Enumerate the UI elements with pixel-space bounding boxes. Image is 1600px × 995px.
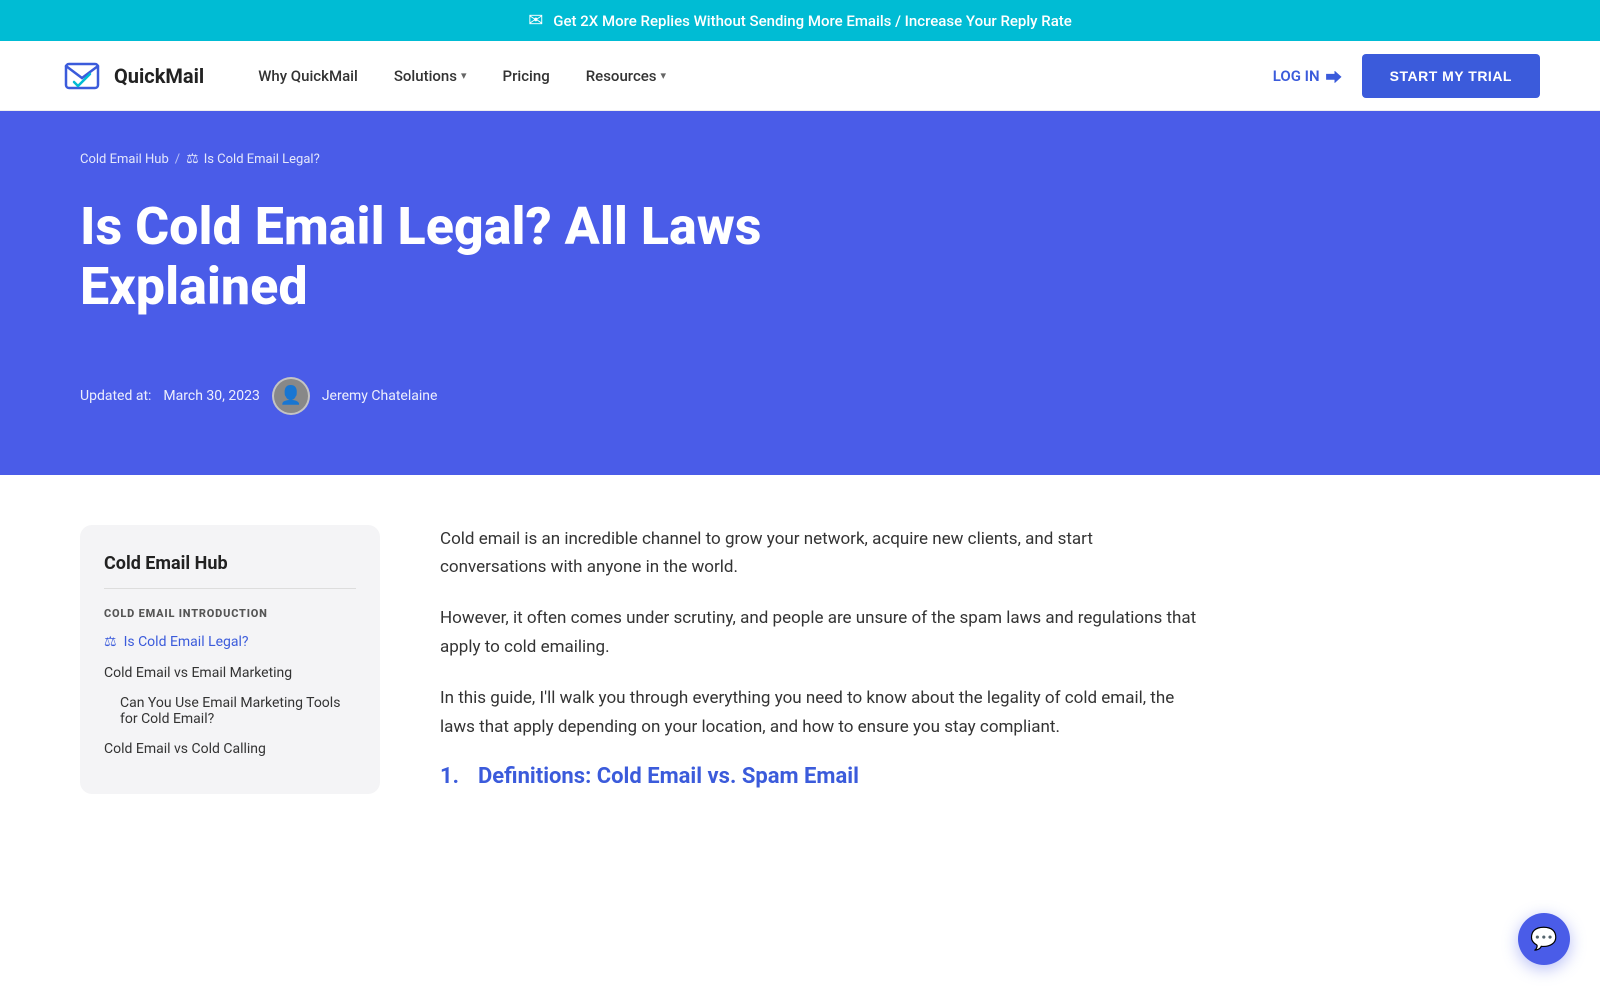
nav-item-pricing[interactable]: Pricing [489, 59, 564, 93]
article-heading-1: 1. Definitions: Cold Email vs. Spam Emai… [440, 764, 1200, 789]
breadcrumb-icon: ⚖ [186, 151, 199, 167]
sidebar-item-2: Cold Email vs Cold Calling [104, 736, 356, 762]
nav-link-solutions[interactable]: Solutions ▾ [380, 59, 481, 93]
hero-meta: Updated at: March 30, 2023 👤 Jeremy Chat… [80, 377, 1520, 415]
updated-date: March 30, 2023 [163, 388, 259, 404]
heading-text: Definitions: Cold Email vs. Spam Email [478, 764, 859, 789]
hero-section: Cold Email Hub / ⚖ Is Cold Email Legal? … [0, 111, 1600, 475]
navbar-right: LOG IN ⮕ START MY TRIAL [1273, 54, 1540, 98]
sidebar-link-icon: ⚖ [104, 634, 117, 650]
logo-text: QuickMail [114, 64, 204, 88]
nav-item-resources[interactable]: Resources ▾ [572, 59, 680, 93]
login-icon: ⮕ [1326, 64, 1342, 88]
logo-link[interactable]: QuickMail [60, 54, 204, 98]
article-para-2: However, it often comes under scrutiny, … [440, 604, 1200, 662]
article-para-1: Cold email is an incredible channel to g… [440, 525, 1200, 583]
article-para-3: In this guide, I'll walk you through eve… [440, 684, 1200, 742]
navbar-left: QuickMail Why QuickMail Solutions ▾ Pric… [60, 54, 680, 98]
login-label: LOG IN [1273, 67, 1320, 85]
nav-links: Why QuickMail Solutions ▾ Pricing Resour… [244, 59, 680, 93]
top-banner[interactable]: ✉ Get 2X More Replies Without Sending Mo… [0, 0, 1600, 41]
article: Cold email is an incredible channel to g… [440, 525, 1200, 789]
sidebar-title: Cold Email Hub [104, 553, 356, 589]
updated-label: Updated at: [80, 388, 151, 404]
login-button[interactable]: LOG IN ⮕ [1273, 64, 1342, 88]
banner-text: Get 2X More Replies Without Sending More… [553, 12, 1072, 30]
nav-link-resources[interactable]: Resources ▾ [572, 59, 680, 93]
sidebar-section-label: COLD EMAIL INTRODUCTION [104, 607, 356, 620]
author-name: Jeremy Chatelaine [322, 388, 438, 404]
chevron-down-icon: ▾ [461, 69, 467, 82]
chat-bubble[interactable]: 💬 [1518, 913, 1570, 965]
sidebar-active-link-text: Is Cold Email Legal? [124, 634, 249, 650]
nav-link-why[interactable]: Why QuickMail [244, 59, 372, 93]
main-content: Cold Email Hub COLD EMAIL INTRODUCTION ⚖… [0, 475, 1600, 844]
navbar: QuickMail Why QuickMail Solutions ▾ Pric… [0, 41, 1600, 111]
nav-link-pricing[interactable]: Pricing [489, 59, 564, 93]
hero-title: Is Cold Email Legal? All Laws Explained [80, 197, 980, 317]
article-heading-1-wrapper: 1. Definitions: Cold Email vs. Spam Emai… [440, 764, 1200, 789]
nav-item-why[interactable]: Why QuickMail [244, 59, 372, 93]
nav-item-solutions[interactable]: Solutions ▾ [380, 59, 481, 93]
breadcrumb-current-text: Is Cold Email Legal? [204, 152, 320, 167]
start-trial-button[interactable]: START MY TRIAL [1362, 54, 1540, 98]
breadcrumb-parent-link[interactable]: Cold Email Hub [80, 152, 169, 167]
author-avatar: 👤 [272, 377, 310, 415]
breadcrumb: Cold Email Hub / ⚖ Is Cold Email Legal? [80, 151, 1520, 167]
sidebar-item-0: Cold Email vs Email Marketing [104, 660, 356, 686]
email-icon: ✉ [528, 10, 543, 31]
breadcrumb-current: ⚖ Is Cold Email Legal? [186, 151, 320, 167]
sidebar: Cold Email Hub COLD EMAIL INTRODUCTION ⚖… [80, 525, 380, 794]
sidebar-active-link[interactable]: ⚖ Is Cold Email Legal? [104, 630, 356, 654]
breadcrumb-separator: / [175, 152, 180, 167]
sidebar-item-1: Can You Use Email Marketing Tools for Co… [104, 690, 356, 732]
logo-icon [60, 54, 104, 98]
heading-number: 1. [440, 764, 468, 789]
chevron-down-icon-resources: ▾ [661, 69, 667, 82]
chat-icon: 💬 [1530, 927, 1557, 952]
